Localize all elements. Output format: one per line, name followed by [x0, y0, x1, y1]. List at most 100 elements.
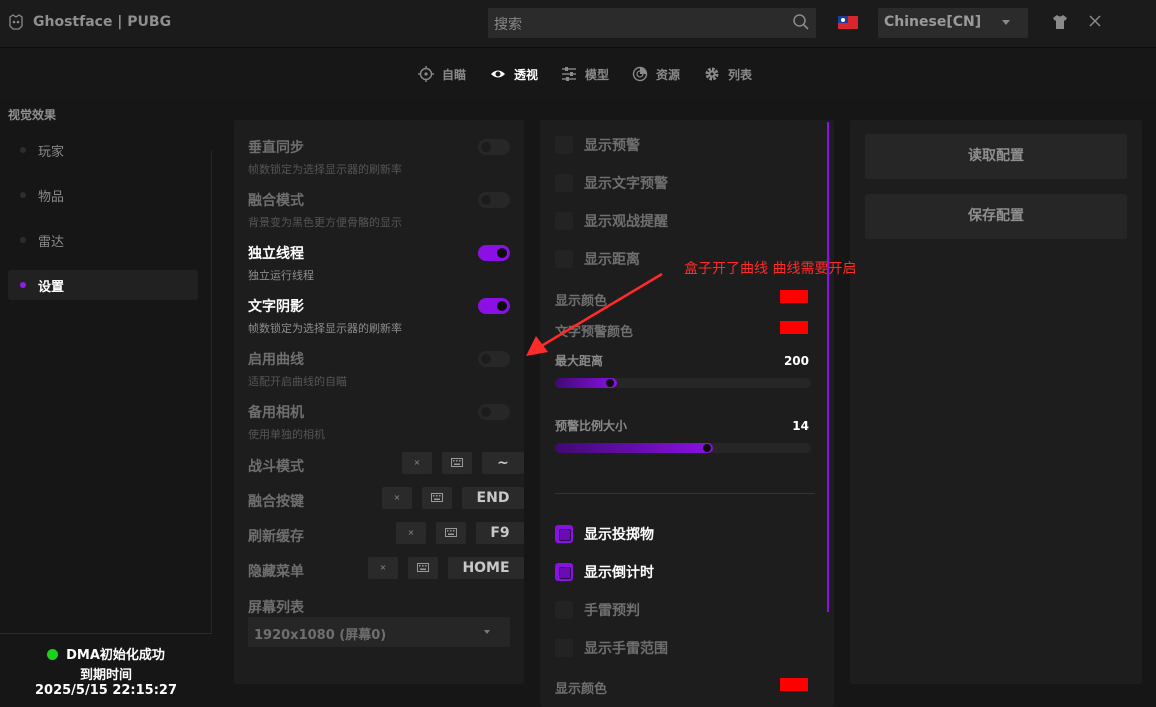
text-shadow-toggle[interactable] [478, 298, 510, 314]
search-input[interactable]: 搜索 [488, 8, 816, 38]
option-text-shadow: 文字阴影 帧数锁定为选择显示器的刷新率 [248, 296, 510, 336]
slider-track[interactable] [555, 378, 811, 388]
color-swatch[interactable] [780, 678, 808, 691]
search-icon[interactable] [792, 13, 810, 31]
keyboard-button[interactable] [442, 452, 472, 474]
keybind-value[interactable]: F9 [476, 522, 524, 544]
separate-thread-toggle[interactable] [478, 245, 510, 261]
check-grenade-range[interactable]: 显示手雷范围 [555, 638, 668, 658]
check-show-distance[interactable]: 显示距离 [555, 249, 640, 269]
settings-panel: 垂直同步 帧数锁定为选择显示器的刷新率 融合模式 背景变为黑色更方便骨骼的显示 … [234, 120, 524, 684]
tab-list-label: 列表 [728, 67, 753, 82]
checkbox[interactable] [555, 563, 573, 581]
tab-aimbot-label: 自瞄 [442, 67, 467, 82]
color-swatch[interactable] [780, 321, 808, 334]
slider-value: 14 [792, 419, 809, 433]
slider-track[interactable] [555, 443, 811, 453]
screen-list-label: 屏幕列表 [248, 600, 304, 616]
keyboard-button[interactable] [422, 487, 452, 509]
option-title: 垂直同步 [248, 140, 304, 156]
crosshair-icon [418, 66, 434, 82]
screen-list-value: 1920x1080 (屏幕0) [254, 628, 387, 643]
checkbox[interactable] [555, 250, 573, 268]
tab-aimbot[interactable]: 自瞄 [418, 65, 466, 83]
shirt-icon[interactable] [1052, 14, 1068, 30]
slider-knob[interactable] [606, 379, 614, 387]
keyboard-button[interactable] [408, 557, 438, 579]
backup-camera-toggle[interactable] [478, 404, 510, 420]
tab-model[interactable]: 模型 [561, 65, 609, 83]
screen-list-select[interactable]: 1920x1080 (屏幕0) [248, 617, 510, 647]
checkbox[interactable] [555, 212, 573, 230]
check-label: 显示文字预警 [584, 176, 668, 192]
option-title: 备用相机 [248, 405, 304, 421]
tab-list[interactable]: 列表 [704, 65, 752, 83]
clear-key-button[interactable]: × [368, 557, 398, 579]
status-line: DMA初始化成功 [0, 644, 212, 663]
clear-key-button[interactable]: × [396, 522, 426, 544]
check-label: 显示预警 [584, 138, 640, 154]
sidebar-item-label: 雷达 [38, 234, 65, 250]
sidebar-item-settings[interactable]: 设置 [8, 270, 198, 300]
clear-key-button[interactable]: × [382, 487, 412, 509]
sidebar-item-radar[interactable]: 雷达 [8, 225, 198, 255]
sidebar-item-items[interactable]: 物品 [8, 180, 198, 210]
keybind-value[interactable]: ~ [482, 452, 524, 474]
warning-panel: 显示预警 显示文字预警 显示观战提醒 显示距离 显示颜色 文字预警颜色 最大距离… [540, 120, 834, 707]
gear-icon [705, 67, 719, 81]
tab-resources[interactable]: 资源 [632, 65, 680, 83]
option-vsync: 垂直同步 帧数锁定为选择显示器的刷新率 [248, 137, 510, 177]
checkbox[interactable] [555, 639, 573, 657]
tab-esp-label: 透视 [514, 67, 539, 82]
eye-icon [491, 70, 505, 78]
option-separate-thread: 独立线程 独立运行线程 [248, 243, 510, 283]
keybind-label: 融合按键 [248, 494, 304, 510]
check-grenade-prediction[interactable]: 手雷预判 [555, 600, 640, 620]
scrollbar[interactable] [827, 122, 829, 612]
sidebar-item-label: 物品 [38, 189, 65, 205]
keybind-combat-mode: 战斗模式 × ~ [248, 452, 524, 476]
status-dot-icon [47, 649, 59, 660]
check-show-throwables[interactable]: 显示投掷物 [555, 524, 654, 544]
checkbox[interactable] [555, 525, 573, 543]
divider [555, 493, 815, 494]
check-label: 显示投掷物 [584, 527, 654, 543]
checkbox[interactable] [555, 174, 573, 192]
dot-icon [20, 282, 26, 288]
option-desc: 独立运行线程 [248, 269, 314, 282]
sidebar-item-players[interactable]: 玩家 [8, 135, 198, 165]
close-icon[interactable] [1088, 14, 1102, 28]
sliders-icon [562, 67, 576, 81]
tab-model-label: 模型 [585, 67, 610, 82]
keybind-fusion-key: 融合按键 × END [248, 487, 524, 511]
app-title: Ghostface | PUBG [33, 14, 172, 30]
check-show-countdown[interactable]: 显示倒计时 [555, 562, 654, 582]
keybind-refresh-cache: 刷新缓存 × F9 [248, 522, 524, 546]
language-select[interactable]: Chinese[CN] [878, 8, 1028, 38]
tab-bar: 自瞄 透视 模型 资源 列表 [0, 49, 1156, 99]
vsync-toggle[interactable] [478, 139, 510, 155]
ghost-logo-icon [9, 14, 23, 30]
check-show-warning[interactable]: 显示预警 [555, 135, 640, 155]
slider-knob[interactable] [703, 444, 711, 452]
config-panel: 读取配置 保存配置 [850, 120, 1142, 684]
load-config-button[interactable]: 读取配置 [865, 134, 1127, 179]
color-swatch[interactable] [780, 290, 808, 303]
checkbox[interactable] [555, 136, 573, 154]
enable-curve-toggle[interactable] [478, 351, 510, 367]
keyboard-icon [451, 458, 463, 467]
fusion-mode-toggle[interactable] [478, 192, 510, 208]
keyboard-button[interactable] [436, 522, 466, 544]
clear-key-button[interactable]: × [402, 452, 432, 474]
checkbox[interactable] [555, 601, 573, 619]
save-config-button[interactable]: 保存配置 [865, 194, 1127, 239]
status-box: DMA初始化成功 到期时间 2025/5/15 22:15:27 [0, 633, 212, 707]
check-show-text-warning[interactable]: 显示文字预警 [555, 173, 668, 193]
option-title: 启用曲线 [248, 352, 304, 368]
check-show-spectator[interactable]: 显示观战提醒 [555, 211, 668, 231]
slider-fill [555, 443, 713, 453]
keybind-value[interactable]: HOME [448, 557, 524, 579]
tab-esp[interactable]: 透视 [490, 65, 538, 83]
keybind-label: 刷新缓存 [248, 529, 304, 545]
keybind-value[interactable]: END [462, 487, 524, 509]
